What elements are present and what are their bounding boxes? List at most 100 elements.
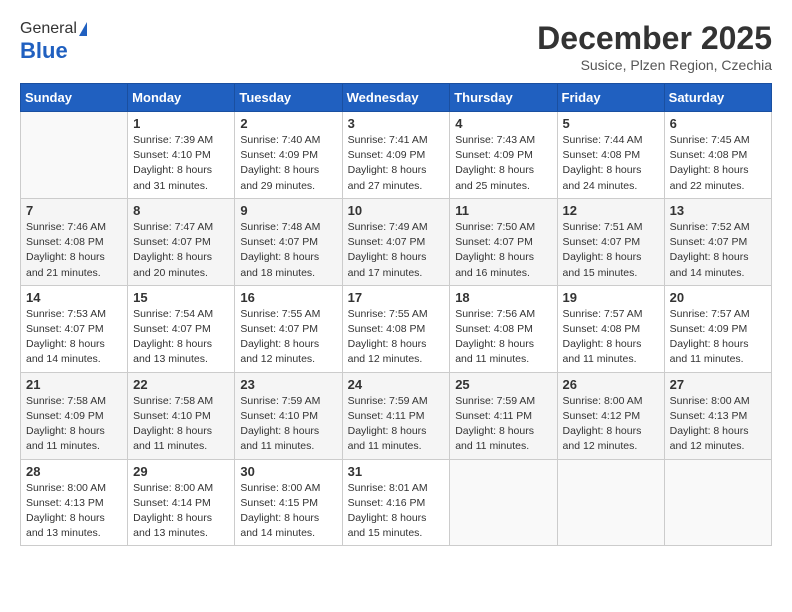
calendar-day-cell: 15 Sunrise: 7:54 AM Sunset: 4:07 PM Dayli… [128, 285, 235, 372]
weekday-header-cell: Thursday [450, 84, 557, 112]
calendar-day-cell: 6 Sunrise: 7:45 AM Sunset: 4:08 PM Daylig… [664, 112, 771, 199]
calendar-table: SundayMondayTuesdayWednesdayThursdayFrid… [20, 83, 772, 546]
day-number: 7 [26, 203, 122, 218]
calendar-day-cell: 21 Sunrise: 7:58 AM Sunset: 4:09 PM Dayli… [21, 372, 128, 459]
calendar-day-cell: 31Sunrise: 8:01 AM Sunset: 4:16 PM Dayli… [342, 459, 450, 546]
day-info: Sunrise: 7:39 AM Sunset: 4:10 PM Dayligh… [133, 133, 229, 194]
day-number: 17 [348, 290, 445, 305]
logo-arrow-icon [79, 22, 87, 36]
calendar-day-cell: 27 Sunrise: 8:00 AM Sunset: 4:13 PM Dayli… [664, 372, 771, 459]
calendar-day-cell: 2 Sunrise: 7:40 AM Sunset: 4:09 PM Daylig… [235, 112, 342, 199]
calendar-day-cell: 8 Sunrise: 7:47 AM Sunset: 4:07 PM Daylig… [128, 198, 235, 285]
weekday-header-cell: Friday [557, 84, 664, 112]
weekday-header-cell: Monday [128, 84, 235, 112]
day-number: 29 [133, 464, 229, 479]
weekday-header-cell: Saturday [664, 84, 771, 112]
calendar-day-cell: 16 Sunrise: 7:55 AM Sunset: 4:07 PM Dayli… [235, 285, 342, 372]
day-info: Sunrise: 7:49 AM Sunset: 4:07 PM Dayligh… [348, 220, 445, 281]
day-info: Sunrise: 7:53 AM Sunset: 4:07 PM Dayligh… [26, 307, 122, 368]
day-info: Sunrise: 7:45 AM Sunset: 4:08 PM Dayligh… [670, 133, 766, 194]
day-number: 18 [455, 290, 551, 305]
day-info: Sunrise: 8:00 AM Sunset: 4:13 PM Dayligh… [26, 481, 122, 542]
calendar-week-row: 7Sunrise: 7:46 AM Sunset: 4:08 PM Daylig… [21, 198, 772, 285]
day-info: Sunrise: 8:00 AM Sunset: 4:14 PM Dayligh… [133, 481, 229, 542]
day-info: Sunrise: 7:55 AM Sunset: 4:08 PM Dayligh… [348, 307, 445, 368]
day-number: 15 [133, 290, 229, 305]
day-number: 11 [455, 203, 551, 218]
day-info: Sunrise: 7:56 AM Sunset: 4:08 PM Dayligh… [455, 307, 551, 368]
calendar-day-cell [557, 459, 664, 546]
calendar-day-cell: 25 Sunrise: 7:59 AM Sunset: 4:11 PM Dayli… [450, 372, 557, 459]
day-info: Sunrise: 7:59 AM Sunset: 4:10 PM Dayligh… [240, 394, 336, 455]
day-number: 12 [563, 203, 659, 218]
calendar-day-cell [664, 459, 771, 546]
calendar-day-cell: 9Sunrise: 7:48 AM Sunset: 4:07 PM Daylig… [235, 198, 342, 285]
day-info: Sunrise: 7:47 AM Sunset: 4:07 PM Dayligh… [133, 220, 229, 281]
day-number: 27 [670, 377, 766, 392]
day-number: 22 [133, 377, 229, 392]
day-number: 3 [348, 116, 445, 131]
day-number: 31 [348, 464, 445, 479]
calendar-day-cell: 23 Sunrise: 7:59 AM Sunset: 4:10 PM Dayli… [235, 372, 342, 459]
day-number: 26 [563, 377, 659, 392]
calendar-day-cell: 17 Sunrise: 7:55 AM Sunset: 4:08 PM Dayli… [342, 285, 450, 372]
day-number: 5 [563, 116, 659, 131]
calendar-day-cell: 10Sunrise: 7:49 AM Sunset: 4:07 PM Dayli… [342, 198, 450, 285]
calendar-body: 1 Sunrise: 7:39 AM Sunset: 4:10 PM Daylig… [21, 112, 772, 546]
calendar-day-cell [21, 112, 128, 199]
calendar-day-cell: 18 Sunrise: 7:56 AM Sunset: 4:08 PM Dayli… [450, 285, 557, 372]
day-info: Sunrise: 8:00 AM Sunset: 4:15 PM Dayligh… [240, 481, 336, 542]
day-number: 8 [133, 203, 229, 218]
calendar-week-row: 21 Sunrise: 7:58 AM Sunset: 4:09 PM Dayli… [21, 372, 772, 459]
day-info: Sunrise: 7:48 AM Sunset: 4:07 PM Dayligh… [240, 220, 336, 281]
day-info: Sunrise: 7:55 AM Sunset: 4:07 PM Dayligh… [240, 307, 336, 368]
calendar-day-cell: 3Sunrise: 7:41 AM Sunset: 4:09 PM Daylig… [342, 112, 450, 199]
day-number: 13 [670, 203, 766, 218]
day-number: 24 [348, 377, 445, 392]
day-number: 16 [240, 290, 336, 305]
logo: General Blue [20, 20, 87, 64]
calendar-day-cell: 13Sunrise: 7:52 AM Sunset: 4:07 PM Dayli… [664, 198, 771, 285]
day-info: Sunrise: 7:54 AM Sunset: 4:07 PM Dayligh… [133, 307, 229, 368]
calendar-day-cell: 28 Sunrise: 8:00 AM Sunset: 4:13 PM Dayli… [21, 459, 128, 546]
day-number: 4 [455, 116, 551, 131]
day-number: 6 [670, 116, 766, 131]
weekday-header-cell: Wednesday [342, 84, 450, 112]
calendar-day-cell: 7Sunrise: 7:46 AM Sunset: 4:08 PM Daylig… [21, 198, 128, 285]
day-number: 23 [240, 377, 336, 392]
calendar-day-cell: 5 Sunrise: 7:44 AM Sunset: 4:08 PM Daylig… [557, 112, 664, 199]
day-info: Sunrise: 7:58 AM Sunset: 4:09 PM Dayligh… [26, 394, 122, 455]
calendar-day-cell: 11 Sunrise: 7:50 AM Sunset: 4:07 PM Dayli… [450, 198, 557, 285]
logo-general-text: General [20, 20, 77, 38]
calendar-day-cell: 29 Sunrise: 8:00 AM Sunset: 4:14 PM Dayli… [128, 459, 235, 546]
day-info: Sunrise: 7:43 AM Sunset: 4:09 PM Dayligh… [455, 133, 551, 194]
day-info: Sunrise: 8:00 AM Sunset: 4:13 PM Dayligh… [670, 394, 766, 455]
day-info: Sunrise: 7:40 AM Sunset: 4:09 PM Dayligh… [240, 133, 336, 194]
day-info: Sunrise: 7:50 AM Sunset: 4:07 PM Dayligh… [455, 220, 551, 281]
calendar-day-cell: 12 Sunrise: 7:51 AM Sunset: 4:07 PM Dayli… [557, 198, 664, 285]
day-info: Sunrise: 7:57 AM Sunset: 4:09 PM Dayligh… [670, 307, 766, 368]
day-info: Sunrise: 7:51 AM Sunset: 4:07 PM Dayligh… [563, 220, 659, 281]
calendar-week-row: 14Sunrise: 7:53 AM Sunset: 4:07 PM Dayli… [21, 285, 772, 372]
day-number: 25 [455, 377, 551, 392]
calendar-week-row: 1 Sunrise: 7:39 AM Sunset: 4:10 PM Daylig… [21, 112, 772, 199]
calendar-day-cell: 30Sunrise: 8:00 AM Sunset: 4:15 PM Dayli… [235, 459, 342, 546]
day-number: 28 [26, 464, 122, 479]
day-number: 1 [133, 116, 229, 131]
day-info: Sunrise: 7:59 AM Sunset: 4:11 PM Dayligh… [348, 394, 445, 455]
day-info: Sunrise: 7:44 AM Sunset: 4:08 PM Dayligh… [563, 133, 659, 194]
day-number: 2 [240, 116, 336, 131]
page-header: General Blue December 2025 Susice, Plzen… [20, 20, 772, 73]
weekday-header-cell: Sunday [21, 84, 128, 112]
calendar-day-cell: 14Sunrise: 7:53 AM Sunset: 4:07 PM Dayli… [21, 285, 128, 372]
calendar-subtitle: Susice, Plzen Region, Czechia [537, 57, 772, 73]
calendar-day-cell [450, 459, 557, 546]
day-info: Sunrise: 8:00 AM Sunset: 4:12 PM Dayligh… [563, 394, 659, 455]
day-number: 21 [26, 377, 122, 392]
calendar-day-cell: 4 Sunrise: 7:43 AM Sunset: 4:09 PM Daylig… [450, 112, 557, 199]
weekday-header-cell: Tuesday [235, 84, 342, 112]
day-info: Sunrise: 7:59 AM Sunset: 4:11 PM Dayligh… [455, 394, 551, 455]
day-info: Sunrise: 7:58 AM Sunset: 4:10 PM Dayligh… [133, 394, 229, 455]
day-info: Sunrise: 7:57 AM Sunset: 4:08 PM Dayligh… [563, 307, 659, 368]
title-area: December 2025 Susice, Plzen Region, Czec… [537, 20, 772, 73]
